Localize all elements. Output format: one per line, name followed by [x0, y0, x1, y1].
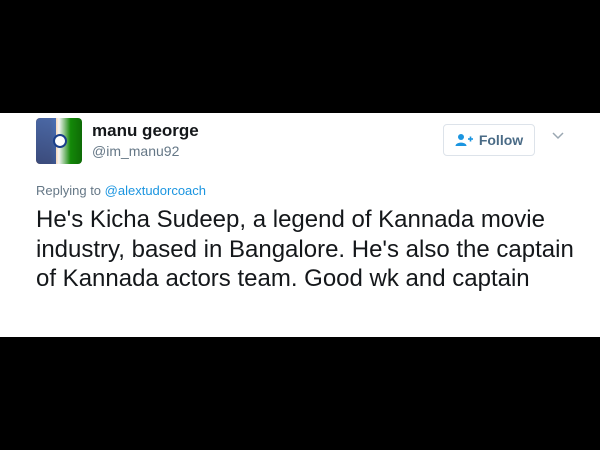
user-handle[interactable]: @im_manu92 [92, 143, 179, 159]
chevron-down-icon[interactable] [552, 131, 564, 141]
follow-label: Follow [478, 132, 524, 148]
tweet-text: He's Kicha Sudeep, a legend of Kannada m… [36, 206, 574, 292]
display-name[interactable]: manu george [92, 121, 199, 141]
avatar[interactable] [36, 118, 82, 164]
replying-to-prefix: Replying to [36, 183, 105, 198]
follow-button[interactable]: Follow [443, 124, 535, 156]
replying-to-mention[interactable]: @alextudorcoach [105, 183, 206, 198]
ashoka-chakra-icon [53, 134, 67, 148]
add-user-icon [455, 134, 473, 146]
replying-to-line: Replying to @alextudorcoach [36, 183, 206, 198]
tweet-card: manu george @im_manu92 Follow Replying t… [0, 113, 600, 337]
